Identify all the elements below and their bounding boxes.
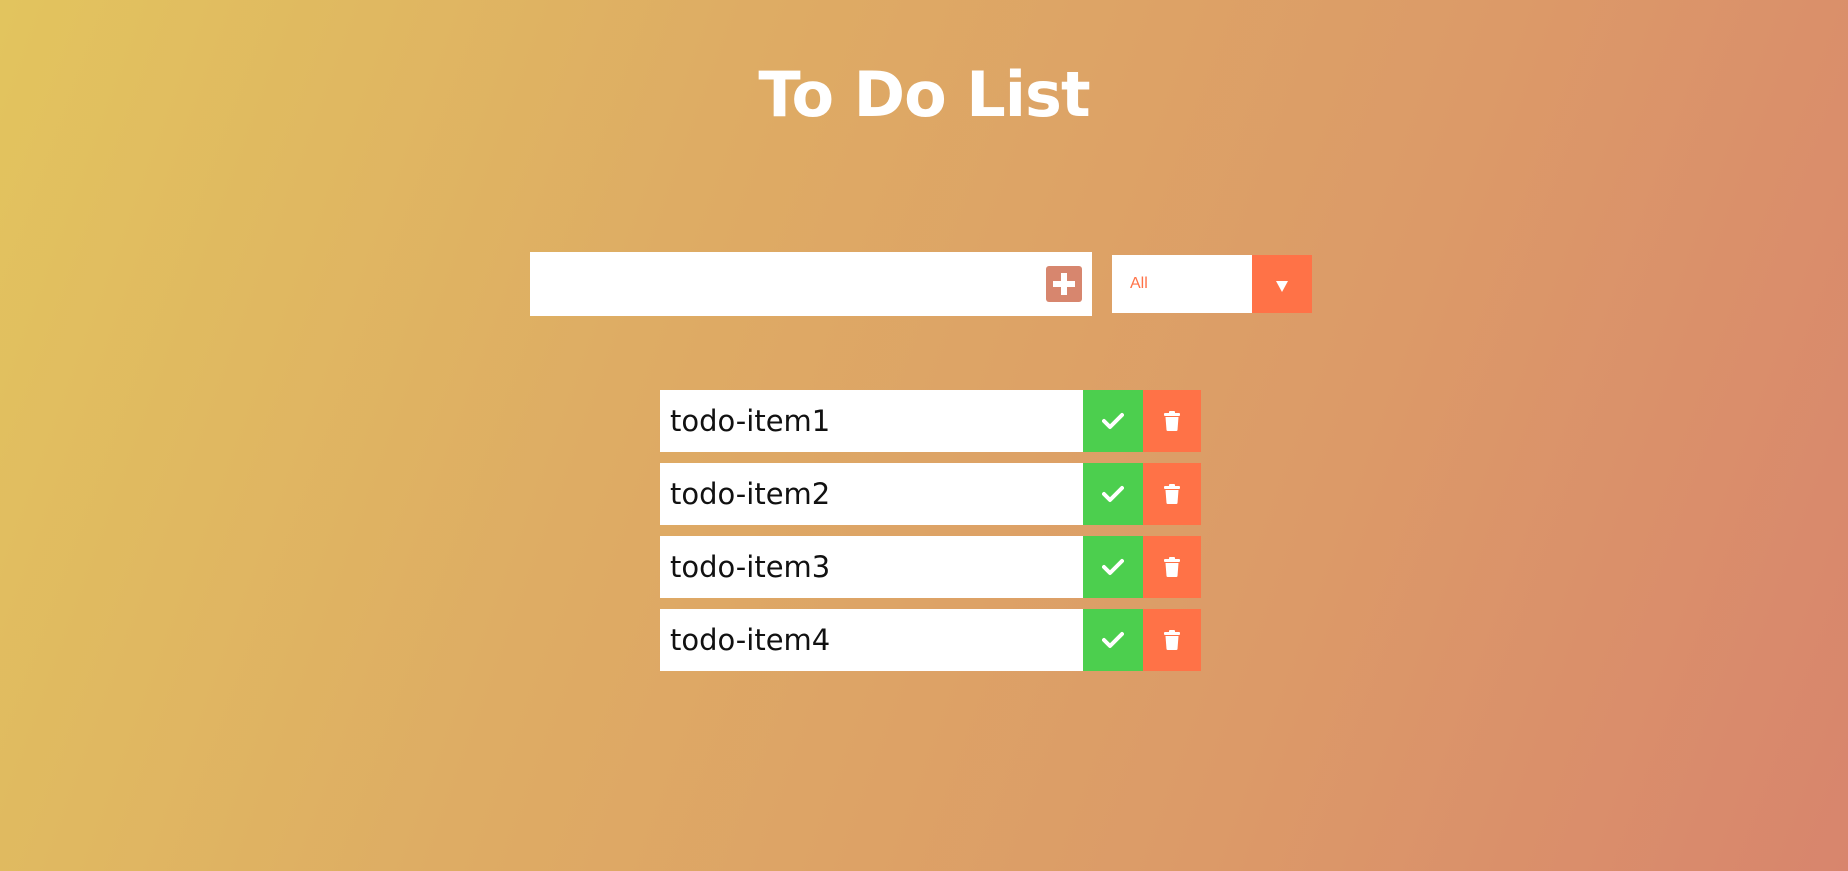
todo-input-container xyxy=(530,252,1092,316)
todo-list: todo-item1 todo-item2 todo-item3 todo-it… xyxy=(660,390,1201,682)
caret-down-icon xyxy=(1276,281,1288,292)
trash-icon xyxy=(1164,557,1180,577)
todo-item: todo-item4 xyxy=(660,609,1201,671)
complete-button[interactable] xyxy=(1083,609,1143,671)
page-title: To Do List xyxy=(758,58,1090,131)
check-icon xyxy=(1102,559,1124,575)
delete-button[interactable] xyxy=(1143,463,1201,525)
complete-button[interactable] xyxy=(1083,390,1143,452)
todo-text: todo-item4 xyxy=(670,623,831,657)
add-todo-button[interactable] xyxy=(1046,266,1082,302)
filter-dropdown-toggle[interactable] xyxy=(1252,255,1312,313)
delete-button[interactable] xyxy=(1143,609,1201,671)
todo-text: todo-item1 xyxy=(670,404,831,438)
check-icon xyxy=(1102,486,1124,502)
todo-text: todo-item3 xyxy=(670,550,831,584)
todo-text: todo-item2 xyxy=(670,477,831,511)
delete-button[interactable] xyxy=(1143,536,1201,598)
complete-button[interactable] xyxy=(1083,536,1143,598)
filter-selected-value: All xyxy=(1130,275,1148,292)
delete-button[interactable] xyxy=(1143,390,1201,452)
complete-button[interactable] xyxy=(1083,463,1143,525)
check-icon xyxy=(1102,632,1124,648)
plus-square-icon xyxy=(1053,273,1075,295)
check-icon xyxy=(1102,413,1124,429)
todo-item: todo-item1 xyxy=(660,390,1201,452)
trash-icon xyxy=(1164,630,1180,650)
todo-item: todo-item2 xyxy=(660,463,1201,525)
trash-icon xyxy=(1164,411,1180,431)
trash-icon xyxy=(1164,484,1180,504)
todo-item: todo-item3 xyxy=(660,536,1201,598)
todo-input[interactable] xyxy=(530,252,1030,316)
